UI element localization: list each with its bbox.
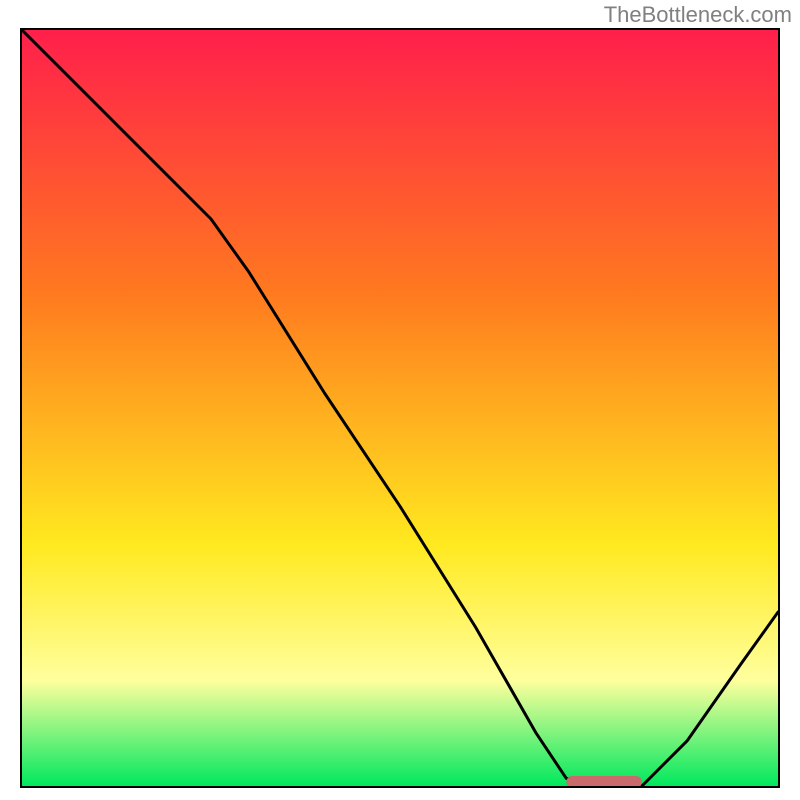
plot-area: [20, 28, 780, 788]
optimal-marker: [566, 776, 642, 786]
chart-svg: [22, 30, 778, 786]
chart-container: TheBottleneck.com: [0, 0, 800, 800]
watermark-text: TheBottleneck.com: [604, 2, 792, 28]
